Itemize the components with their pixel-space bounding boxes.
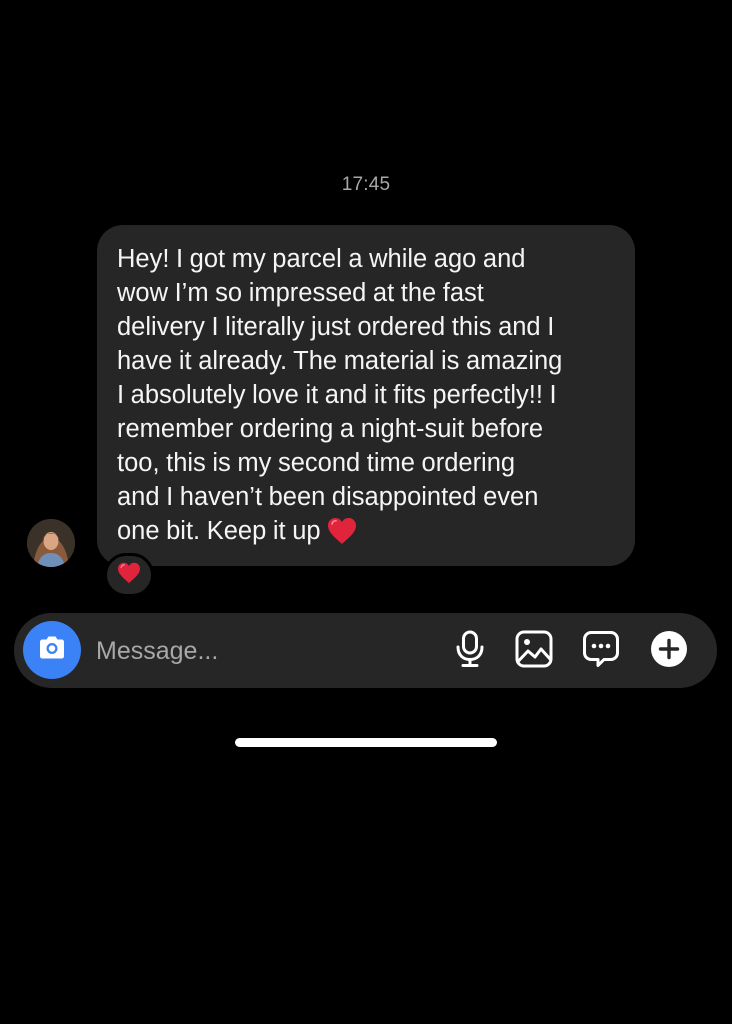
- message-timestamp: 17:45: [341, 174, 391, 195]
- message-line: I absolutely love it and it fits perfect…: [117, 381, 557, 409]
- camera-icon: [37, 635, 67, 666]
- message-line: too, this is my second time ordering: [117, 449, 516, 477]
- message-line: one bit. Keep it up: [117, 517, 321, 545]
- plus-icon: [650, 630, 688, 673]
- add-button[interactable]: [649, 630, 689, 673]
- gallery-button[interactable]: [514, 630, 554, 673]
- message-line: have it already. The material is amazing: [117, 347, 563, 375]
- microphone-icon: [453, 630, 487, 673]
- message-line: remember ordering a night-suit before: [117, 415, 544, 443]
- message-line: wow I’m so impressed at the fast: [117, 279, 484, 307]
- heart-emoji-icon: [117, 562, 141, 589]
- microphone-button[interactable]: [450, 630, 490, 673]
- message-line-last: one bit. Keep it up: [117, 514, 615, 554]
- gallery-icon: [515, 630, 553, 673]
- message-line: delivery I literally just ordered this a…: [117, 313, 555, 341]
- heart-reaction[interactable]: [104, 553, 154, 597]
- heart-emoji-icon: [327, 517, 357, 554]
- profile-photo: [27, 519, 75, 567]
- home-indicator[interactable]: [235, 738, 497, 747]
- received-message-bubble[interactable]: Hey! I got my parcel a while ago and wow…: [97, 225, 635, 566]
- message-input[interactable]: [96, 635, 436, 667]
- message-line: and I haven’t been disappointed even: [117, 483, 539, 511]
- chat-options-button[interactable]: [581, 630, 621, 673]
- camera-button[interactable]: [23, 621, 81, 679]
- message-composer: [14, 613, 717, 688]
- message-line: Hey! I got my parcel a while ago and: [117, 245, 526, 273]
- chat-bubble-icon: [582, 630, 620, 673]
- sender-avatar[interactable]: [27, 519, 75, 567]
